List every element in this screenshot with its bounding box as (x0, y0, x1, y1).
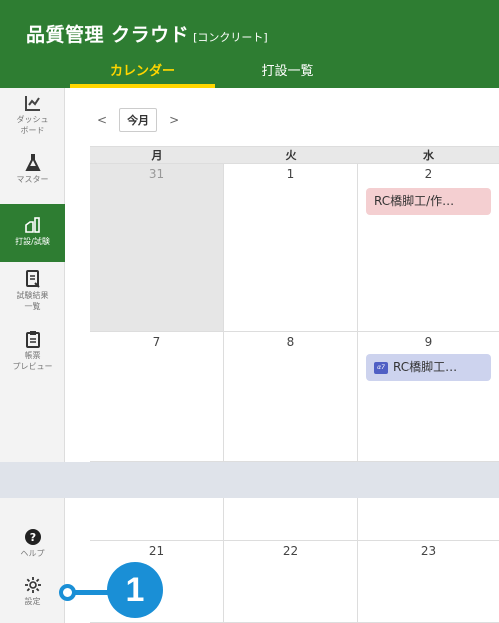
help-icon: ? (24, 529, 41, 545)
sidebar-item-label: ダッシュ ボード (16, 115, 49, 135)
tab-pour-list[interactable]: 打設一覧 (215, 55, 360, 88)
app-header: 品質管理 クラウド [コンクリート] カレンダー 打設一覧 (0, 0, 499, 88)
day-cell[interactable] (90, 498, 224, 541)
sidebar: ダッシュ ボード マスター 打設/試験 試験結果 一覧 帳票 プレビュー ? ヘ… (0, 88, 65, 623)
callout-number: 1 (107, 562, 163, 618)
day-number: 8 (286, 335, 295, 349)
day-cell[interactable]: 7 (90, 332, 224, 462)
sidebar-item-test-results[interactable]: 試験結果 一覧 (0, 270, 65, 322)
tab-calendar[interactable]: カレンダー (70, 55, 215, 88)
app-title: 品質管理 クラウド [コンクリート] (26, 20, 268, 47)
calendar-event[interactable]: RC橋脚工/作… (366, 188, 491, 215)
main-tabs: カレンダー 打設一覧 (70, 55, 360, 88)
flask-icon (24, 154, 41, 171)
sidebar-item-report-preview[interactable]: 帳票 プレビュー (0, 330, 65, 382)
day-cell[interactable]: 2 RC橋脚工/作… (358, 164, 499, 332)
this-month-button[interactable]: 今月 (119, 108, 158, 132)
day-cell[interactable]: 1 (224, 164, 358, 332)
sidebar-item-label: 試験結果 一覧 (16, 291, 49, 311)
day-cell[interactable]: 8 (224, 332, 358, 462)
day-cell[interactable]: 23 (358, 541, 499, 623)
weekday-mon: 月 (151, 149, 163, 162)
day-cell[interactable]: 31 (90, 164, 224, 332)
day-number: 21 (148, 544, 165, 558)
pour-test-icon (24, 217, 40, 233)
day-number: 9 (424, 335, 433, 349)
prev-month-button[interactable]: < (93, 113, 111, 127)
month-nav: < 今月 > (93, 108, 183, 132)
dashboard-icon (24, 96, 40, 111)
day-number: 31 (148, 167, 165, 181)
document-list-icon (25, 270, 40, 288)
event-title: RC橋脚工… (393, 360, 458, 374)
sidebar-item-label: マスター (16, 175, 49, 184)
day-number: 23 (420, 544, 437, 558)
day-cell[interactable]: 9 α7 RC橋脚工… (358, 332, 499, 462)
gear-icon (24, 577, 41, 593)
day-number: 22 (282, 544, 299, 558)
sidebar-item-master[interactable]: マスター (0, 154, 65, 198)
sidebar-item-dashboard[interactable]: ダッシュ ボード (0, 94, 65, 152)
screenshot-cut-band (0, 462, 499, 498)
event-badge-icon: α7 (374, 361, 388, 374)
weekday-header: 月 火 水 (90, 146, 499, 164)
day-cell[interactable]: 22 (224, 541, 358, 623)
calendar-panel: < 今月 > 月 火 水 31 1 2 RC橋脚工/作… 7 8 9 α7 RC… (65, 88, 499, 623)
sidebar-item-label: 設定 (24, 597, 41, 606)
sidebar-item-settings[interactable]: 設定 (0, 576, 65, 616)
day-cell[interactable] (358, 498, 499, 541)
callout-dot (59, 584, 76, 601)
day-cell[interactable] (224, 498, 358, 541)
svg-text:?: ? (29, 531, 35, 544)
sidebar-item-label: ヘルプ (20, 549, 45, 558)
app-name: 品質管理 クラウド (26, 24, 190, 46)
day-number: 7 (152, 335, 161, 349)
day-number: 2 (424, 167, 433, 181)
sidebar-item-help[interactable]: ? ヘルプ (0, 528, 65, 568)
plan-label: [コンクリート] (193, 31, 268, 44)
sidebar-item-label: 打設/試験 (15, 237, 50, 246)
weekday-tue: 火 (285, 149, 297, 162)
clipboard-icon (25, 331, 40, 348)
sidebar-item-label: 帳票 プレビュー (12, 351, 53, 371)
weekday-wed: 水 (423, 149, 434, 162)
calendar-event[interactable]: α7 RC橋脚工… (366, 354, 491, 381)
day-number: 1 (286, 167, 295, 181)
sidebar-item-pour-test[interactable]: 打設/試験 (0, 204, 65, 262)
next-month-button[interactable]: > (165, 113, 183, 127)
